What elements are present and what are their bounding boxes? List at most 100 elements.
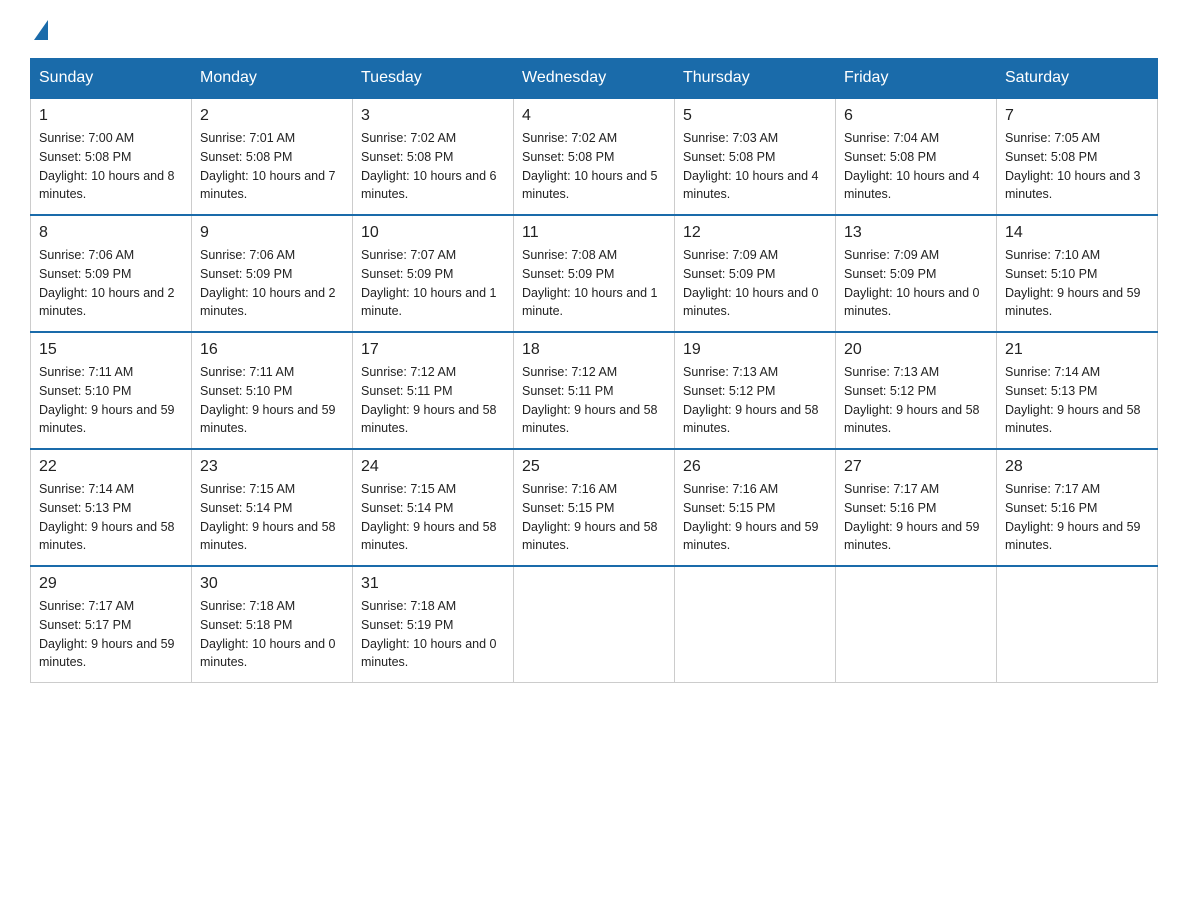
logo xyxy=(30,20,48,38)
day-number: 16 xyxy=(200,341,344,359)
day-number: 26 xyxy=(683,458,827,476)
day-number: 9 xyxy=(200,224,344,242)
day-info: Sunrise: 7:06 AMSunset: 5:09 PMDaylight:… xyxy=(39,246,183,321)
day-info: Sunrise: 7:09 AMSunset: 5:09 PMDaylight:… xyxy=(844,246,988,321)
day-number: 13 xyxy=(844,224,988,242)
day-number: 2 xyxy=(200,107,344,125)
day-info: Sunrise: 7:09 AMSunset: 5:09 PMDaylight:… xyxy=(683,246,827,321)
calendar-week-5: 29 Sunrise: 7:17 AMSunset: 5:17 PMDaylig… xyxy=(31,566,1158,683)
calendar-cell: 29 Sunrise: 7:17 AMSunset: 5:17 PMDaylig… xyxy=(31,566,192,683)
day-number: 5 xyxy=(683,107,827,125)
day-info: Sunrise: 7:02 AMSunset: 5:08 PMDaylight:… xyxy=(522,129,666,204)
day-number: 30 xyxy=(200,575,344,593)
day-info: Sunrise: 7:18 AMSunset: 5:18 PMDaylight:… xyxy=(200,597,344,672)
calendar-cell: 31 Sunrise: 7:18 AMSunset: 5:19 PMDaylig… xyxy=(353,566,514,683)
calendar-cell: 23 Sunrise: 7:15 AMSunset: 5:14 PMDaylig… xyxy=(192,449,353,566)
calendar-cell: 7 Sunrise: 7:05 AMSunset: 5:08 PMDayligh… xyxy=(997,98,1158,215)
day-of-week-sunday: Sunday xyxy=(31,59,192,99)
calendar-cell: 14 Sunrise: 7:10 AMSunset: 5:10 PMDaylig… xyxy=(997,215,1158,332)
calendar-cell: 28 Sunrise: 7:17 AMSunset: 5:16 PMDaylig… xyxy=(997,449,1158,566)
day-number: 15 xyxy=(39,341,183,359)
day-number: 8 xyxy=(39,224,183,242)
day-info: Sunrise: 7:06 AMSunset: 5:09 PMDaylight:… xyxy=(200,246,344,321)
day-of-week-saturday: Saturday xyxy=(997,59,1158,99)
day-info: Sunrise: 7:17 AMSunset: 5:16 PMDaylight:… xyxy=(844,480,988,555)
day-number: 28 xyxy=(1005,458,1149,476)
calendar-cell: 25 Sunrise: 7:16 AMSunset: 5:15 PMDaylig… xyxy=(514,449,675,566)
calendar-cell: 5 Sunrise: 7:03 AMSunset: 5:08 PMDayligh… xyxy=(675,98,836,215)
day-number: 3 xyxy=(361,107,505,125)
day-of-week-thursday: Thursday xyxy=(675,59,836,99)
calendar-cell xyxy=(836,566,997,683)
day-number: 10 xyxy=(361,224,505,242)
day-number: 11 xyxy=(522,224,666,242)
days-of-week-row: SundayMondayTuesdayWednesdayThursdayFrid… xyxy=(31,59,1158,99)
day-of-week-tuesday: Tuesday xyxy=(353,59,514,99)
calendar-table: SundayMondayTuesdayWednesdayThursdayFrid… xyxy=(30,58,1158,683)
day-number: 4 xyxy=(522,107,666,125)
calendar-week-2: 8 Sunrise: 7:06 AMSunset: 5:09 PMDayligh… xyxy=(31,215,1158,332)
calendar-cell: 4 Sunrise: 7:02 AMSunset: 5:08 PMDayligh… xyxy=(514,98,675,215)
calendar-cell: 13 Sunrise: 7:09 AMSunset: 5:09 PMDaylig… xyxy=(836,215,997,332)
calendar-cell: 22 Sunrise: 7:14 AMSunset: 5:13 PMDaylig… xyxy=(31,449,192,566)
calendar-cell: 9 Sunrise: 7:06 AMSunset: 5:09 PMDayligh… xyxy=(192,215,353,332)
calendar-cell: 15 Sunrise: 7:11 AMSunset: 5:10 PMDaylig… xyxy=(31,332,192,449)
day-info: Sunrise: 7:11 AMSunset: 5:10 PMDaylight:… xyxy=(200,363,344,438)
day-info: Sunrise: 7:14 AMSunset: 5:13 PMDaylight:… xyxy=(39,480,183,555)
calendar-cell: 2 Sunrise: 7:01 AMSunset: 5:08 PMDayligh… xyxy=(192,98,353,215)
day-number: 27 xyxy=(844,458,988,476)
day-number: 23 xyxy=(200,458,344,476)
calendar-cell: 17 Sunrise: 7:12 AMSunset: 5:11 PMDaylig… xyxy=(353,332,514,449)
day-info: Sunrise: 7:16 AMSunset: 5:15 PMDaylight:… xyxy=(683,480,827,555)
day-info: Sunrise: 7:10 AMSunset: 5:10 PMDaylight:… xyxy=(1005,246,1149,321)
page-header xyxy=(30,20,1158,38)
day-info: Sunrise: 7:13 AMSunset: 5:12 PMDaylight:… xyxy=(683,363,827,438)
day-number: 17 xyxy=(361,341,505,359)
day-number: 25 xyxy=(522,458,666,476)
calendar-cell: 27 Sunrise: 7:17 AMSunset: 5:16 PMDaylig… xyxy=(836,449,997,566)
day-of-week-monday: Monday xyxy=(192,59,353,99)
day-number: 1 xyxy=(39,107,183,125)
calendar-cell: 3 Sunrise: 7:02 AMSunset: 5:08 PMDayligh… xyxy=(353,98,514,215)
calendar-cell: 30 Sunrise: 7:18 AMSunset: 5:18 PMDaylig… xyxy=(192,566,353,683)
calendar-cell: 8 Sunrise: 7:06 AMSunset: 5:09 PMDayligh… xyxy=(31,215,192,332)
calendar-cell: 1 Sunrise: 7:00 AMSunset: 5:08 PMDayligh… xyxy=(31,98,192,215)
day-info: Sunrise: 7:15 AMSunset: 5:14 PMDaylight:… xyxy=(361,480,505,555)
calendar-cell: 26 Sunrise: 7:16 AMSunset: 5:15 PMDaylig… xyxy=(675,449,836,566)
day-info: Sunrise: 7:13 AMSunset: 5:12 PMDaylight:… xyxy=(844,363,988,438)
calendar-cell: 10 Sunrise: 7:07 AMSunset: 5:09 PMDaylig… xyxy=(353,215,514,332)
day-info: Sunrise: 7:12 AMSunset: 5:11 PMDaylight:… xyxy=(361,363,505,438)
day-number: 7 xyxy=(1005,107,1149,125)
day-info: Sunrise: 7:04 AMSunset: 5:08 PMDaylight:… xyxy=(844,129,988,204)
calendar-cell xyxy=(514,566,675,683)
day-info: Sunrise: 7:07 AMSunset: 5:09 PMDaylight:… xyxy=(361,246,505,321)
day-info: Sunrise: 7:11 AMSunset: 5:10 PMDaylight:… xyxy=(39,363,183,438)
calendar-cell: 11 Sunrise: 7:08 AMSunset: 5:09 PMDaylig… xyxy=(514,215,675,332)
calendar-cell xyxy=(997,566,1158,683)
calendar-cell: 6 Sunrise: 7:04 AMSunset: 5:08 PMDayligh… xyxy=(836,98,997,215)
calendar-cell: 20 Sunrise: 7:13 AMSunset: 5:12 PMDaylig… xyxy=(836,332,997,449)
calendar-week-3: 15 Sunrise: 7:11 AMSunset: 5:10 PMDaylig… xyxy=(31,332,1158,449)
day-number: 18 xyxy=(522,341,666,359)
day-of-week-wednesday: Wednesday xyxy=(514,59,675,99)
calendar-body: 1 Sunrise: 7:00 AMSunset: 5:08 PMDayligh… xyxy=(31,98,1158,683)
day-number: 31 xyxy=(361,575,505,593)
day-info: Sunrise: 7:14 AMSunset: 5:13 PMDaylight:… xyxy=(1005,363,1149,438)
calendar-week-1: 1 Sunrise: 7:00 AMSunset: 5:08 PMDayligh… xyxy=(31,98,1158,215)
day-number: 20 xyxy=(844,341,988,359)
day-number: 19 xyxy=(683,341,827,359)
calendar-cell: 19 Sunrise: 7:13 AMSunset: 5:12 PMDaylig… xyxy=(675,332,836,449)
day-info: Sunrise: 7:18 AMSunset: 5:19 PMDaylight:… xyxy=(361,597,505,672)
day-number: 24 xyxy=(361,458,505,476)
day-info: Sunrise: 7:00 AMSunset: 5:08 PMDaylight:… xyxy=(39,129,183,204)
calendar-header: SundayMondayTuesdayWednesdayThursdayFrid… xyxy=(31,59,1158,99)
day-info: Sunrise: 7:12 AMSunset: 5:11 PMDaylight:… xyxy=(522,363,666,438)
day-number: 6 xyxy=(844,107,988,125)
day-number: 14 xyxy=(1005,224,1149,242)
calendar-cell: 21 Sunrise: 7:14 AMSunset: 5:13 PMDaylig… xyxy=(997,332,1158,449)
day-info: Sunrise: 7:17 AMSunset: 5:16 PMDaylight:… xyxy=(1005,480,1149,555)
calendar-cell: 16 Sunrise: 7:11 AMSunset: 5:10 PMDaylig… xyxy=(192,332,353,449)
day-number: 21 xyxy=(1005,341,1149,359)
calendar-cell xyxy=(675,566,836,683)
day-of-week-friday: Friday xyxy=(836,59,997,99)
